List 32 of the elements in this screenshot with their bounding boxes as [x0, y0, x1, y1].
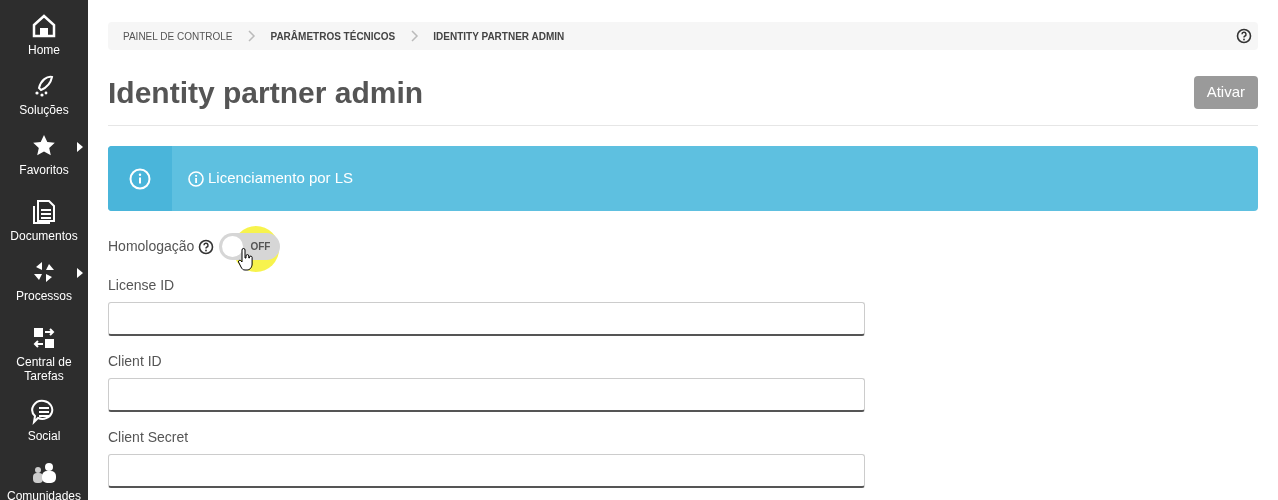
input-field[interactable]: [108, 378, 865, 412]
breadcrumb-link[interactable]: PARÂMETROS TÉCNICOS: [270, 28, 396, 44]
info-icon: [129, 167, 151, 190]
chevron-icon: [409, 30, 420, 42]
home-icon: [30, 12, 58, 40]
documents-icon: [30, 198, 58, 226]
sidebar-item[interactable]: Home: [0, 12, 88, 64]
breadcrumb-link[interactable]: PAINEL DE CONTROLE: [123, 28, 233, 44]
sidebar-item[interactable]: Comunidades: [0, 458, 88, 500]
breadcrumb-link[interactable]: IDENTITY PARTNER ADMIN: [433, 28, 565, 44]
sidebar-item[interactable]: Processos: [0, 258, 88, 310]
sidebar-item[interactable]: Soluções: [0, 72, 88, 124]
submenu-arrow-icon: [77, 268, 83, 278]
sidebar-item[interactable]: Central de Tarefas: [0, 324, 88, 390]
info-icon: [188, 170, 204, 187]
toggle-switch[interactable]: OFF: [219, 233, 281, 260]
help-icon[interactable]: [198, 238, 215, 255]
sidebar-item[interactable]: Social: [0, 398, 88, 450]
submenu-arrow-icon: [77, 142, 83, 152]
page-title: Identity partner admin: [108, 75, 424, 111]
field-label: License ID: [108, 276, 176, 295]
sidebar-item[interactable]: Documentos: [0, 198, 88, 250]
sidebar-item[interactable]: Favoritos: [0, 132, 88, 184]
input-field[interactable]: [108, 454, 865, 488]
field-label: Homologação: [108, 237, 195, 256]
chevron-icon: [246, 30, 257, 42]
alert-text: Licenciamento por LS: [208, 168, 354, 189]
hand-cursor-icon: [238, 248, 254, 272]
field-label: Client Secret: [108, 428, 190, 447]
field-label: Client ID: [108, 352, 163, 371]
input-field[interactable]: [108, 302, 865, 336]
help-icon[interactable]: [1236, 28, 1252, 44]
